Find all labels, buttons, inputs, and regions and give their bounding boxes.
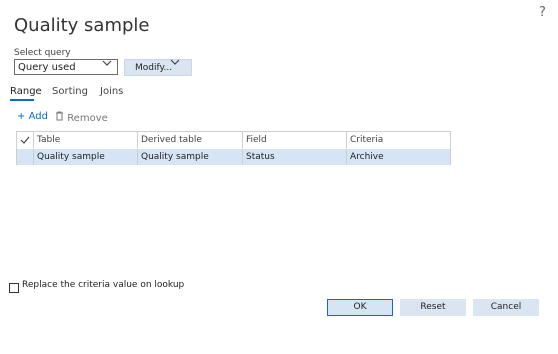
cell-criteria[interactable]: Archive xyxy=(346,149,450,165)
column-header-derived-table[interactable]: Derived table xyxy=(137,132,242,148)
tab-range[interactable]: Range xyxy=(10,86,42,97)
trash-icon xyxy=(55,111,67,124)
select-all-check-icon[interactable] xyxy=(17,132,33,148)
dialog-title: Quality sample xyxy=(14,15,150,36)
replace-criteria-checkbox[interactable] xyxy=(9,283,19,293)
ok-button[interactable]: OK xyxy=(327,299,393,316)
range-grid: Table Derived table Field Criteria Quali… xyxy=(16,131,451,165)
cell-derived-table[interactable]: Quality sample xyxy=(137,149,242,165)
modify-button[interactable]: Modify... xyxy=(124,59,192,76)
chevron-down-icon xyxy=(169,56,181,74)
remove-button[interactable]: Remove xyxy=(55,111,108,124)
cell-field[interactable]: Status xyxy=(242,149,346,165)
cancel-button[interactable]: Cancel xyxy=(473,299,539,316)
cell-table[interactable]: Quality sample xyxy=(33,149,137,165)
table-row[interactable]: Quality sample Quality sample Status Arc… xyxy=(17,149,450,165)
column-header-field[interactable]: Field xyxy=(242,132,346,148)
tab-joins[interactable]: Joins xyxy=(100,86,123,97)
plus-icon: + xyxy=(17,111,26,122)
tab-sorting[interactable]: Sorting xyxy=(52,86,88,97)
column-header-table[interactable]: Table xyxy=(33,132,137,148)
select-query-label: Select query xyxy=(14,48,71,58)
column-header-criteria[interactable]: Criteria xyxy=(346,132,450,148)
grid-header: Table Derived table Field Criteria xyxy=(17,132,450,148)
help-icon[interactable]: ? xyxy=(539,5,546,20)
add-label: Add xyxy=(28,111,48,122)
query-select[interactable]: Query used xyxy=(14,59,118,75)
chevron-down-icon xyxy=(101,57,113,75)
add-button[interactable]: + Add xyxy=(17,111,48,122)
reset-button[interactable]: Reset xyxy=(400,299,466,316)
modify-label: Modify... xyxy=(135,63,173,73)
remove-label: Remove xyxy=(67,113,108,124)
tab-range-underline xyxy=(10,99,34,101)
query-select-value: Query used xyxy=(18,62,76,73)
replace-criteria-label: Replace the criteria value on lookup xyxy=(22,280,185,290)
